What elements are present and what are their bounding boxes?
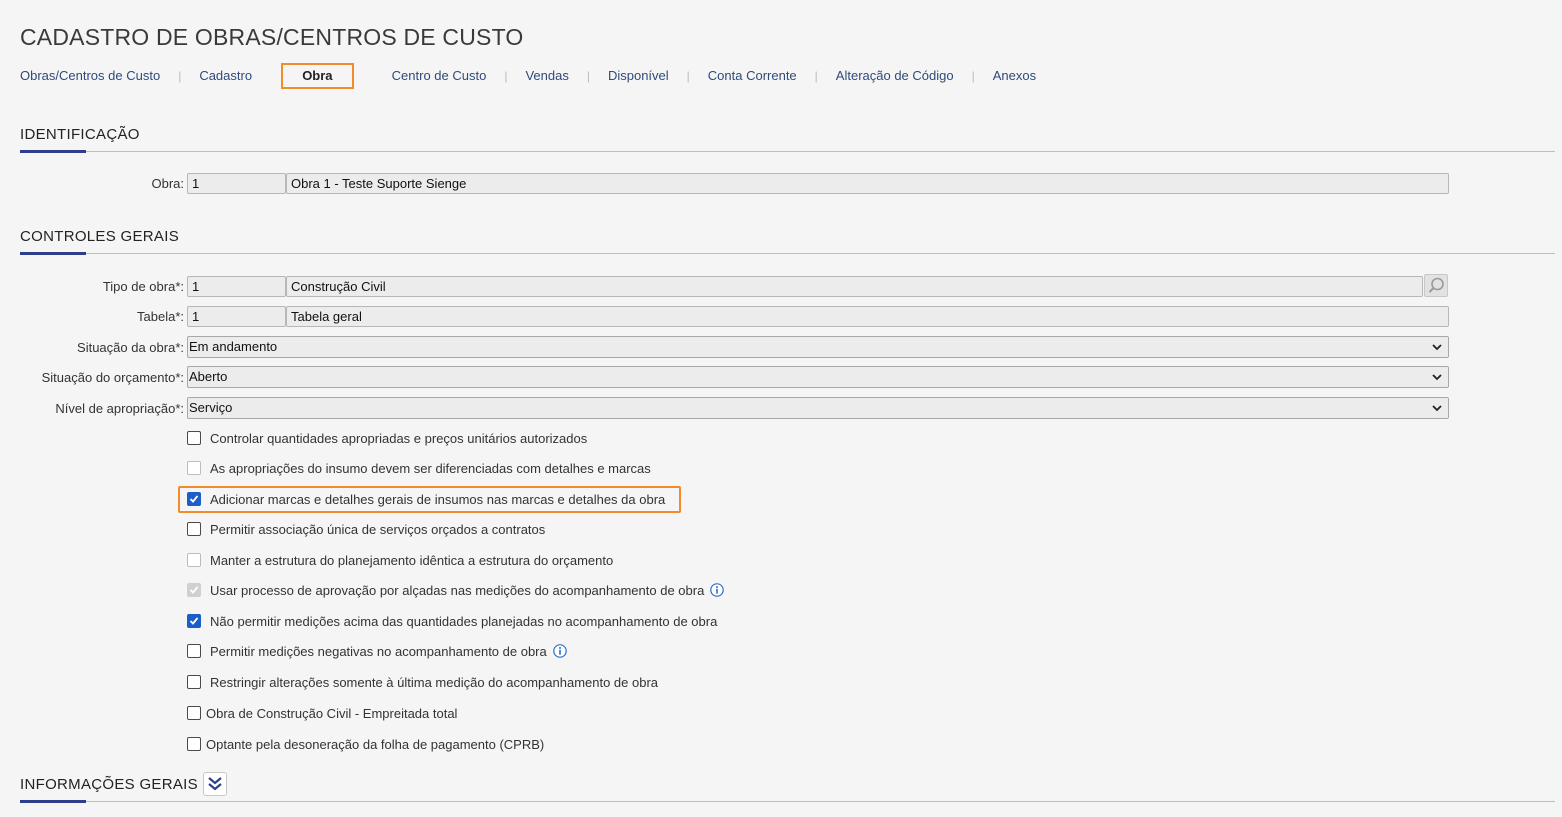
obra-code-field[interactable]: 1 xyxy=(187,173,286,194)
section-identificacao: IDENTIFICAÇÃO xyxy=(20,126,1555,153)
tipo-obra-label: Tipo de obra*: xyxy=(102,279,184,294)
tab-obra[interactable]: Obra xyxy=(281,63,354,89)
checkbox-checked-disabled xyxy=(187,583,201,597)
checkbox-row[interactable]: Não permitir medições acima das quantida… xyxy=(187,611,717,631)
tabela-label: Tabela*: xyxy=(137,309,184,324)
checkbox[interactable] xyxy=(187,675,201,689)
section-divider xyxy=(20,801,1555,802)
checkbox-label: Controlar quantidades apropriadas e preç… xyxy=(210,430,588,446)
checkbox-row[interactable]: Obra de Construção Civil - Empreitada to… xyxy=(187,703,457,723)
checkbox[interactable] xyxy=(187,737,201,751)
section-controles-gerais: CONTROLES GERAIS xyxy=(20,228,1555,255)
tab-separator: | xyxy=(814,69,818,83)
checkbox-row: As apropriações do insumo devem ser dife… xyxy=(187,458,651,478)
tab-centro-de-custo[interactable]: Centro de Custo xyxy=(392,65,487,87)
checkbox[interactable] xyxy=(187,431,201,445)
checkbox-checked[interactable] xyxy=(187,614,201,628)
checkbox-label: Obra de Construção Civil - Empreitada to… xyxy=(206,705,458,721)
obra-label: Obra: xyxy=(151,176,184,191)
tipo-obra-search-button[interactable] xyxy=(1424,274,1448,297)
section-informacoes-gerais: INFORMAÇÕES GERAIS xyxy=(20,776,1555,803)
checkbox[interactable] xyxy=(187,706,201,720)
chevron-down-icon xyxy=(1432,374,1442,381)
checkbox-row: Manter a estrutura do planejamento idênt… xyxy=(187,550,613,570)
checkbox-row: Usar processo de aprovação por alçadas n… xyxy=(187,580,725,600)
section-accent xyxy=(20,800,86,803)
tab-cadastro[interactable]: Cadastro xyxy=(199,65,252,87)
tipo-obra-name-field[interactable]: Construção Civil xyxy=(286,276,1423,297)
tab-alteracao-de-codigo[interactable]: Alteração de Código xyxy=(836,65,954,87)
situacao-obra-value: Em andamento xyxy=(189,339,278,354)
situacao-obra-label: Situação da obra*: xyxy=(77,340,184,355)
check-icon xyxy=(189,586,199,594)
tab-bar: Obras/Centros de Custo | Cadastro | Obra… xyxy=(20,63,1036,89)
search-icon xyxy=(1428,277,1444,293)
chevron-down-icon xyxy=(1432,344,1442,351)
tab-separator: | xyxy=(971,69,975,83)
chevron-down-icon xyxy=(1432,405,1442,412)
nivel-apropriacao-value: Serviço xyxy=(189,400,233,415)
checkbox-row[interactable]: Adicionar marcas e detalhes gerais de in… xyxy=(187,489,665,509)
tab-separator: | xyxy=(686,69,690,83)
situacao-obra-select[interactable]: Em andamento xyxy=(187,336,1449,358)
checkbox-label: Optante pela desoneração da folha de pag… xyxy=(206,736,545,752)
check-icon xyxy=(189,617,199,625)
section-title: CONTROLES GERAIS xyxy=(20,228,179,245)
checkbox-label: Manter a estrutura do planejamento idênt… xyxy=(210,552,614,568)
tab-separator: | xyxy=(504,69,508,83)
page-title: CADASTRO DE OBRAS/CENTROS DE CUSTO xyxy=(20,24,524,50)
section-accent xyxy=(20,150,86,153)
checkbox-label: Restringir alterações somente à última m… xyxy=(210,674,659,690)
obra-name-field[interactable]: Obra 1 - Teste Suporte Sienge xyxy=(286,173,1449,194)
tipo-obra-code-field[interactable]: 1 xyxy=(187,276,286,297)
checkbox[interactable] xyxy=(187,522,201,536)
checkbox-row[interactable]: Permitir associação única de serviços or… xyxy=(187,519,545,539)
situacao-orcamento-label: Situação do orçamento*: xyxy=(41,370,184,385)
checkbox-disabled xyxy=(187,461,201,475)
checkbox-row[interactable]: Optante pela desoneração da folha de pag… xyxy=(187,734,544,754)
checkbox-row[interactable]: Restringir alterações somente à última m… xyxy=(187,672,658,692)
section-title: IDENTIFICAÇÃO xyxy=(20,126,140,143)
nivel-apropriacao-select[interactable]: Serviço xyxy=(187,397,1449,419)
checkbox-row[interactable]: Controlar quantidades apropriadas e preç… xyxy=(187,428,587,448)
checkbox[interactable] xyxy=(187,644,201,658)
tab-conta-corrente[interactable]: Conta Corrente xyxy=(708,65,797,87)
checkbox-row[interactable]: Permitir medições negativas no acompanha… xyxy=(187,641,567,661)
checkbox-disabled xyxy=(187,553,201,567)
checkbox-label: Não permitir medições acima das quantida… xyxy=(210,613,718,629)
tab-anexos[interactable]: Anexos xyxy=(993,65,1036,87)
checkbox-label: As apropriações do insumo devem ser dife… xyxy=(210,460,651,476)
section-divider xyxy=(20,253,1555,254)
info-icon[interactable] xyxy=(552,644,567,658)
section-title: INFORMAÇÕES GERAIS xyxy=(20,776,198,793)
checkbox-label: Permitir medições negativas no acompanha… xyxy=(210,643,547,659)
expand-section-button[interactable] xyxy=(203,772,227,796)
tab-vendas[interactable]: Vendas xyxy=(525,65,568,87)
checkbox-checked[interactable] xyxy=(187,492,201,506)
tabela-code-field[interactable]: 1 xyxy=(187,306,286,327)
tab-separator: | xyxy=(178,69,182,83)
section-accent xyxy=(20,252,86,255)
section-divider xyxy=(20,151,1555,152)
tab-disponivel[interactable]: Disponível xyxy=(608,65,669,87)
situacao-orcamento-select[interactable]: Aberto xyxy=(187,366,1449,388)
situacao-orcamento-value: Aberto xyxy=(189,369,228,384)
tab-separator: | xyxy=(586,69,590,83)
double-chevron-down-icon xyxy=(208,777,222,791)
checkbox-label: Permitir associação única de serviços or… xyxy=(210,521,546,537)
info-icon[interactable] xyxy=(710,583,725,597)
checkbox-label: Adicionar marcas e detalhes gerais de in… xyxy=(210,491,666,507)
tab-obras-centros-de-custo[interactable]: Obras/Centros de Custo xyxy=(20,65,160,87)
check-icon xyxy=(189,495,199,503)
checkbox-label: Usar processo de aprovação por alçadas n… xyxy=(210,582,705,598)
tabela-name-field[interactable]: Tabela geral xyxy=(286,306,1449,327)
nivel-apropriacao-label: Nível de apropriação*: xyxy=(55,401,184,416)
